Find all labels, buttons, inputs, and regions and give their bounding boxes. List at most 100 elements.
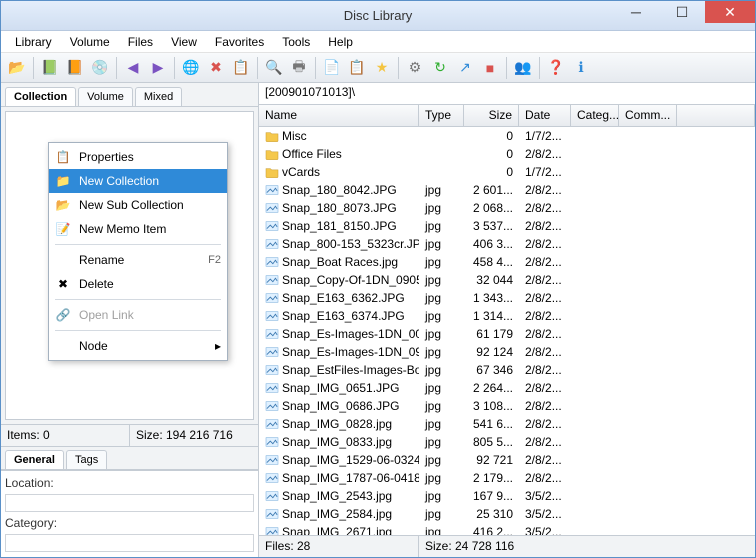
ctx-new-memo-item[interactable]: 📝New Memo Item: [49, 217, 227, 241]
delete-icon[interactable]: ✖: [204, 56, 228, 80]
file-row[interactable]: Snap_Copy-Of-1DN_0905-06...jpg32 0442/8/…: [259, 271, 755, 289]
new-volume-icon[interactable]: 📗: [38, 56, 62, 80]
file-size: 2 264...: [464, 380, 519, 396]
about-icon[interactable]: ℹ: [569, 56, 593, 80]
col-name[interactable]: Name: [259, 105, 419, 126]
refresh-icon[interactable]: ↻: [428, 56, 452, 80]
disc-icon[interactable]: 💿: [88, 56, 112, 80]
file-name: Snap_180_8073.JPG: [282, 201, 397, 215]
file-row[interactable]: Snap_E163_6374.JPGjpg1 314...2/8/2...: [259, 307, 755, 325]
tab-volume[interactable]: Volume: [78, 87, 133, 106]
file-name: Snap_IMG_1529-06-0324.JPG: [282, 453, 419, 467]
blank-icon: [55, 252, 71, 268]
export-icon[interactable]: ↗: [453, 56, 477, 80]
file-row[interactable]: Snap_IMG_0651.JPGjpg2 264...2/8/2...: [259, 379, 755, 397]
file-name: Snap_Boat Races.jpg: [282, 255, 398, 269]
file-name: Snap_Es-Images-1DN_0023-...: [282, 327, 419, 341]
ctx-delete[interactable]: ✖Delete: [49, 272, 227, 296]
globe-icon[interactable]: 🌐: [179, 56, 203, 80]
minimize-button[interactable]: ─: [613, 1, 659, 23]
help-icon[interactable]: ❓: [544, 56, 568, 80]
menu-help[interactable]: Help: [320, 33, 361, 51]
titlebar: Disc Library ─ ☐ ✕: [1, 1, 755, 31]
col-categ[interactable]: Categ...: [571, 105, 619, 126]
print-icon[interactable]: 🖶: [287, 56, 311, 80]
file-list[interactable]: Misc01/7/2...Office Files02/8/2...vCards…: [259, 127, 755, 535]
ctx-node[interactable]: Node▸: [49, 334, 227, 358]
menu-files[interactable]: Files: [120, 33, 161, 51]
tab-collection[interactable]: Collection: [5, 87, 76, 106]
folder-open-icon[interactable]: 📂: [5, 56, 29, 80]
close-button[interactable]: ✕: [705, 1, 755, 23]
file-row[interactable]: Snap_EstFiles-Images-Boat R...jpg67 3462…: [259, 361, 755, 379]
ctx-new-collection[interactable]: 📁New Collection: [49, 169, 227, 193]
tab-mixed[interactable]: Mixed: [135, 87, 182, 106]
file-type: jpg: [419, 524, 464, 535]
back-icon[interactable]: ◀: [121, 56, 145, 80]
copy-icon[interactable]: 📄: [320, 56, 344, 80]
col-size[interactable]: Size: [464, 105, 519, 126]
menu-tools[interactable]: Tools: [274, 33, 318, 51]
file-row[interactable]: Snap_IMG_2543.jpgjpg167 9...3/5/2...: [259, 487, 755, 505]
properties-icon[interactable]: 📋: [229, 56, 253, 80]
menu-library[interactable]: Library: [7, 33, 60, 51]
col-type[interactable]: Type: [419, 105, 464, 126]
location-field[interactable]: [5, 494, 254, 512]
ctx-new-sub-collection[interactable]: 📂New Sub Collection: [49, 193, 227, 217]
file-row[interactable]: Snap_IMG_0686.JPGjpg3 108...2/8/2...: [259, 397, 755, 415]
image-icon: [265, 346, 279, 358]
image-icon: [265, 418, 279, 430]
file-row[interactable]: Snap_IMG_1787-06-0418.JPGjpg2 179...2/8/…: [259, 469, 755, 487]
file-row[interactable]: Snap_Es-Images-1DN_0905-...jpg92 1242/8/…: [259, 343, 755, 361]
file-row[interactable]: Snap_IMG_1529-06-0324.JPGjpg92 7212/8/2.…: [259, 451, 755, 469]
menubar: LibraryVolumeFilesViewFavoritesToolsHelp: [1, 31, 755, 53]
prop-tab-tags[interactable]: Tags: [66, 450, 107, 469]
file-row[interactable]: Office Files02/8/2...: [259, 145, 755, 163]
file-row[interactable]: Snap_180_8073.JPGjpg2 068...2/8/2...: [259, 199, 755, 217]
col-comm[interactable]: Comm...: [619, 105, 677, 126]
file-row[interactable]: Snap_IMG_0828.jpgjpg541 6...2/8/2...: [259, 415, 755, 433]
file-type: jpg: [419, 272, 464, 288]
file-row[interactable]: Snap_IMG_2671.jpgjpg416 2...3/5/2...: [259, 523, 755, 535]
file-type: jpg: [419, 218, 464, 234]
file-row[interactable]: Snap_E163_6362.JPGjpg1 343...2/8/2...: [259, 289, 755, 307]
users-icon[interactable]: 👥: [511, 56, 535, 80]
file-name: Snap_IMG_1787-06-0418.JPG: [282, 471, 419, 485]
blank-icon: [55, 338, 71, 354]
paste-icon[interactable]: 📋: [345, 56, 369, 80]
menu-view[interactable]: View: [163, 33, 205, 51]
file-row[interactable]: Snap_Es-Images-1DN_0023-...jpg61 1792/8/…: [259, 325, 755, 343]
file-size: 61 179: [464, 326, 519, 342]
file-row[interactable]: Misc01/7/2...: [259, 127, 755, 145]
prop-tab-general[interactable]: General: [5, 450, 64, 469]
col-date[interactable]: Date: [519, 105, 571, 126]
image-icon: [265, 400, 279, 412]
favorite-icon[interactable]: ★: [370, 56, 394, 80]
category-field[interactable]: [5, 534, 254, 552]
stop-icon[interactable]: ■: [478, 56, 502, 80]
file-size: 3 108...: [464, 398, 519, 414]
file-row[interactable]: Snap_800-153_5323cr.JPGjpg406 3...2/8/2.…: [259, 235, 755, 253]
image-icon: [265, 490, 279, 502]
ctx-rename[interactable]: RenameF2: [49, 248, 227, 272]
ctx-properties[interactable]: 📋Properties: [49, 145, 227, 169]
search-icon[interactable]: 🔍: [262, 56, 286, 80]
file-row[interactable]: Snap_180_8042.JPGjpg2 601...2/8/2...: [259, 181, 755, 199]
file-type: jpg: [419, 344, 464, 360]
menu-favorites[interactable]: Favorites: [207, 33, 272, 51]
location-label: Location:: [5, 476, 63, 490]
file-date: 2/8/2...: [519, 416, 571, 432]
file-row[interactable]: Snap_IMG_0833.jpgjpg805 5...2/8/2...: [259, 433, 755, 451]
file-row[interactable]: Snap_IMG_2584.jpgjpg25 3103/5/2...: [259, 505, 755, 523]
gear-icon[interactable]: ⚙: [403, 56, 427, 80]
image-icon: [265, 274, 279, 286]
file-type: jpg: [419, 200, 464, 216]
new-collection-icon[interactable]: 📙: [63, 56, 87, 80]
forward-icon[interactable]: ▶: [146, 56, 170, 80]
maximize-button[interactable]: ☐: [659, 1, 705, 23]
collection-tree[interactable]: SnapFiles 📋Properties📁New Collection📂New…: [5, 111, 254, 420]
file-row[interactable]: vCards01/7/2...: [259, 163, 755, 181]
file-row[interactable]: Snap_Boat Races.jpgjpg458 4...2/8/2...: [259, 253, 755, 271]
menu-volume[interactable]: Volume: [62, 33, 118, 51]
file-row[interactable]: Snap_181_8150.JPGjpg3 537...2/8/2...: [259, 217, 755, 235]
